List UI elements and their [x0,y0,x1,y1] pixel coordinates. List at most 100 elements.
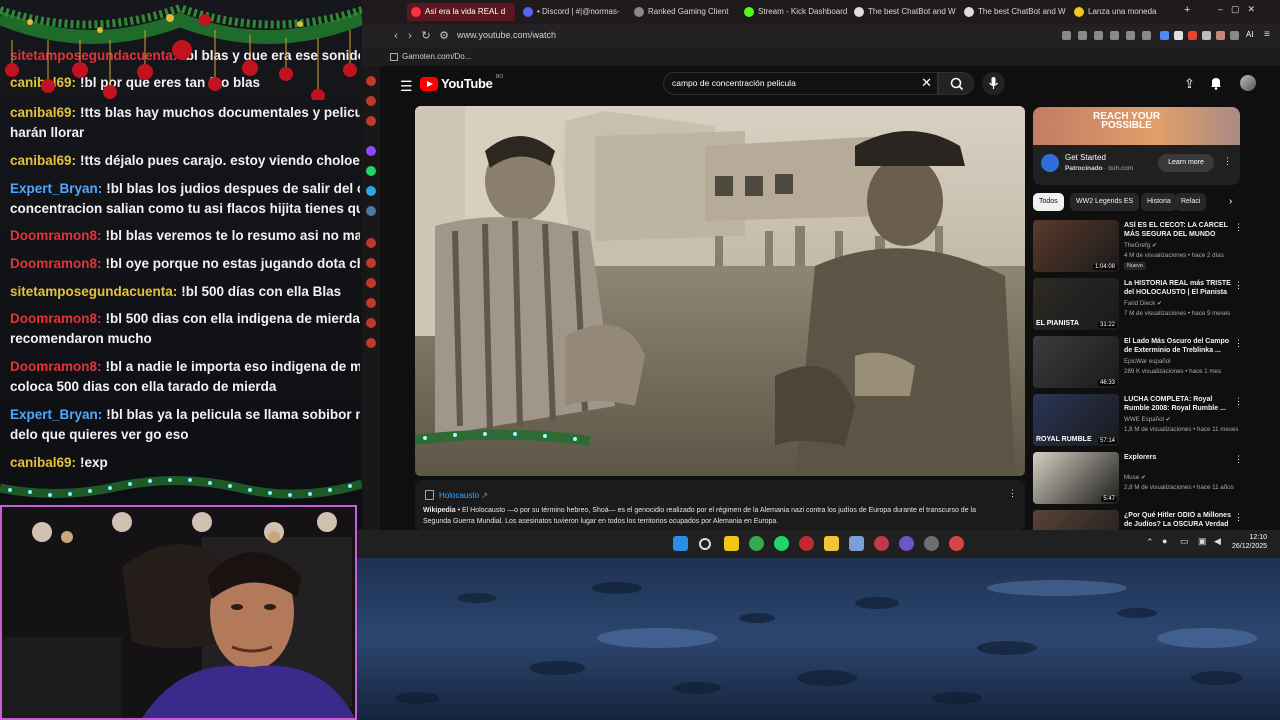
obs-icon[interactable] [924,536,939,551]
site-info-icon[interactable]: ⚙ [438,30,450,42]
telegram-icon[interactable] [366,186,376,196]
chips-next-icon[interactable]: › [1229,196,1232,207]
downloads-icon[interactable] [366,298,376,308]
video-thumbnail[interactable]: 5:47 [1033,452,1119,504]
window-controls[interactable]: –▢✕ [1218,4,1263,15]
browser-tab[interactable]: The best ChatBot and W [850,3,958,21]
ad-banner[interactable]: REACH YOUR POSSIBLE [1033,107,1240,145]
sticky-notes-icon[interactable] [724,536,739,551]
video-more-options-icon[interactable]: ⋮ [1234,280,1243,291]
file-explorer-icon[interactable] [824,536,839,551]
video-more-options-icon[interactable]: ⋮ [1234,222,1243,233]
sidebar-icon-5[interactable] [366,258,376,268]
sidebar-icon-4[interactable] [366,238,376,248]
tray-keyboard-icon[interactable]: ▭ [1180,536,1189,547]
ai-button[interactable]: AI [1246,30,1254,39]
browser-tab[interactable]: The best ChatBot and W [960,3,1068,21]
video-thumbnail[interactable]: ROYAL RUMBLE 57:14 [1033,394,1119,446]
sidebar-icon-6[interactable] [366,318,376,328]
video-title[interactable]: La HISTORIA REAL más TRISTE del HOLOCAUS… [1124,279,1234,298]
recommended-video[interactable]: ROYAL RUMBLE 57:14 LUCHA COMPLETA: Royal R… [1033,394,1245,448]
filter-chip[interactable]: Relaci [1175,193,1207,211]
video-thumbnail[interactable]: EL PIANISTA 31:22 [1033,278,1119,330]
ad-title[interactable]: Get Started [1065,153,1106,162]
ad-more-options-icon[interactable]: ⋮ [1223,156,1232,167]
video-title[interactable]: Explorers [1124,453,1234,462]
screenshot-icon[interactable] [1110,31,1119,40]
browser-tab[interactable]: Ranked Gaming Client [630,3,738,21]
browser-tab[interactable]: Lanza una moneda [1070,3,1178,21]
recommended-video[interactable]: 5:47 Explorers Muse ✔ 2,8 M de visualizacio… [1033,452,1245,506]
clock[interactable]: 12:10 26/12/2025 [1232,533,1267,551]
video-thumbnail[interactable]: 46:33 [1033,336,1119,388]
whatsapp-icon[interactable] [366,166,376,176]
back-icon[interactable]: ‹ [390,30,402,42]
learn-more-button[interactable]: Learn more [1158,154,1214,172]
twitch-icon[interactable] [366,146,376,156]
browser-tab[interactable]: Así era la vida REAL d [407,3,515,21]
search-button[interactable] [938,72,974,95]
youtube-logo-text[interactable]: YouTube [441,76,493,91]
youtube-logo-icon[interactable] [420,77,438,91]
filter-chip[interactable]: Historia [1141,193,1177,211]
recommended-video[interactable]: EL PIANISTA 31:22 La HISTORIA REAL más TRI… [1033,278,1245,332]
tray-volume-icon[interactable]: ◀ [1214,536,1221,547]
video-more-options-icon[interactable]: ⋮ [1234,454,1243,465]
bookmark-gamoten[interactable]: Gamoten.com/Do... [402,52,471,61]
video-more-options-icon[interactable]: ⋮ [1234,338,1243,349]
url-field[interactable]: www.youtube.com/watch [457,30,556,40]
video-title[interactable]: ¿Por Qué Hitler ODIÓ a Millones de Judío… [1124,511,1234,529]
tray-network-icon[interactable]: ▣ [1198,536,1207,547]
video-more-options-icon[interactable]: ⋮ [1234,396,1243,407]
video-player[interactable] [415,106,1025,476]
app-icon-red[interactable] [874,536,889,551]
voice-search-button[interactable] [982,72,1005,95]
filter-chip[interactable]: WW2 Legends ES [1070,193,1140,211]
search-box[interactable]: campo de concentración pelicula ✕ [663,72,938,95]
search-input[interactable]: campo de concentración pelicula [672,78,796,88]
clear-search-icon[interactable]: ✕ [921,75,932,91]
whatsapp-taskbar-icon[interactable] [774,536,789,551]
store-icon[interactable] [849,536,864,551]
discord-icon[interactable] [899,536,914,551]
vk-icon[interactable] [366,206,376,216]
browser-tab[interactable]: Stream - Kick Dashboard [740,3,848,21]
zoom-icon[interactable] [1062,31,1071,40]
tray-arrow-icon[interactable]: ⌃ [1146,537,1154,548]
app-icon-record[interactable] [949,536,964,551]
start-menu-icon[interactable] [673,536,688,551]
tray-mic-icon[interactable]: ● [1162,536,1167,546]
video-thumbnail[interactable]: 1:04:08 [1033,220,1119,272]
sidebar-icon-1[interactable] [366,76,376,86]
search-taskbar-icon[interactable] [699,538,711,550]
new-tab-button[interactable]: + [1184,4,1190,16]
chrome-icon[interactable] [749,536,764,551]
notifications-bell-icon[interactable] [1210,76,1222,90]
video-title[interactable]: ASÍ ES EL CECOT: LA CÁRCEL MÁS SEGURA DE… [1124,221,1234,239]
hamburger-menu-icon[interactable]: ☰ [400,78,413,95]
play-icon[interactable] [1126,31,1135,40]
avatar-extension-icon[interactable] [1216,31,1225,40]
extension-red-icon[interactable] [1188,31,1197,40]
video-more-options-icon[interactable]: ⋮ [1234,512,1243,523]
sponsored-ad-card[interactable]: REACH YOUR POSSIBLE Get Started Patrocina… [1033,107,1240,185]
translate-icon[interactable] [1142,31,1151,40]
video-title[interactable]: LUCHA COMPLETA: Royal Rumble 2008: Royal… [1124,395,1234,413]
download-icon[interactable] [1230,31,1239,40]
reload-icon[interactable]: ↻ [420,30,432,42]
history-icon[interactable] [366,278,376,288]
recommended-video[interactable]: 1:04:08 ASÍ ES EL CECOT: LA CÁRCEL MÁS SE… [1033,220,1245,274]
account-avatar[interactable] [1240,75,1256,91]
extension-white-icon[interactable] [1174,31,1183,40]
settings-icon[interactable] [366,338,376,348]
extension-blue-icon[interactable] [1160,31,1169,40]
video-title[interactable]: El Lado Más Oscuro del Campo de Extermin… [1124,337,1234,355]
browser-tab[interactable]: • Discord | #|@normas- [519,3,627,21]
extension-icon[interactable] [1094,31,1103,40]
upload-icon[interactable]: ⇪ [1184,76,1195,92]
knowledge-panel-link[interactable]: Holocausto ↗ [439,491,488,500]
sidebar-icon-2[interactable] [366,96,376,106]
menu-icon[interactable]: ≡ [1264,29,1270,40]
profile-icon[interactable] [1202,31,1211,40]
recommended-video[interactable]: 46:33 El Lado Más Oscuro del Campo de Ext… [1033,336,1245,390]
